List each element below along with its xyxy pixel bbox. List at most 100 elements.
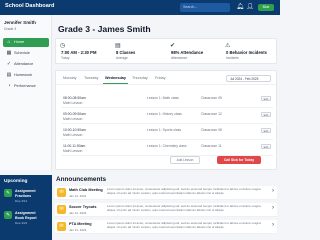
- sidebar-item-label: Schedule: [14, 51, 30, 55]
- schedule-row: 09:00-09:50am Math Lesson Lesson 1: Hist…: [61, 110, 273, 124]
- calendar-icon: ▦: [6, 50, 12, 56]
- chevron-right-icon[interactable]: ›: [272, 205, 274, 211]
- tab-tuesday[interactable]: Tuesday: [84, 76, 98, 80]
- row-name: Math Lesson: [63, 117, 83, 121]
- sidebar-item-attendance[interactable]: ✓ Attendance: [3, 60, 49, 69]
- sidebar-item-performance[interactable]: ◔ Performance: [3, 82, 49, 91]
- upcoming-line2: Fractions: [15, 194, 32, 198]
- megaphone-icon: ✉: [57, 205, 66, 214]
- row-time: 11:00-11:50am: [63, 144, 86, 148]
- announcement-item[interactable]: ✉ PTA Meeting Jan 12, 2024 Lorem ipsum d…: [55, 220, 277, 234]
- announcement-item[interactable]: ✉ Soccer Tryouts Jan 12, 2024 Lorem ipsu…: [55, 203, 277, 217]
- sidebar-item-schedule[interactable]: ▦ Schedule: [3, 49, 49, 58]
- day-tabs: Monday Tuesday Wednesday Thursday Friday…: [56, 71, 276, 85]
- row-time: 09:00-09:50am: [63, 112, 86, 116]
- schedule-row: 10:00-10:50am Math Lesson Lesson 1: Spor…: [61, 126, 273, 140]
- row-lesson: Lesson 1: Sports class: [147, 128, 182, 132]
- row-time: 10:00-10:50am: [63, 128, 86, 132]
- row-edit-button[interactable]: Edit: [261, 128, 271, 133]
- schedule-row: 08:00-08:50am Math Lesson Lesson 1: Math…: [61, 94, 273, 108]
- megaphone-icon: ✉: [57, 188, 66, 197]
- sidebar-item-label: Home: [14, 40, 25, 44]
- announcement-body: Lorem ipsum dolor sit amet, consectetur …: [107, 188, 261, 195]
- upcoming-line2: Book Report: [15, 216, 37, 220]
- top-bar: School Dashboard Search... 🔔︎ 👤︎ Blue: [0, 0, 280, 15]
- profile-grade: Grade 3: [4, 27, 17, 31]
- theme-button[interactable]: Blue: [258, 4, 274, 11]
- announcement-item[interactable]: ✉ Math Club Meeting Jan 12, 2024 Lorem i…: [55, 186, 277, 200]
- chevron-right-icon[interactable]: ›: [272, 188, 274, 194]
- stat-value: 98% Attendance: [171, 50, 204, 55]
- announcement-date: Jan 12, 2024: [69, 228, 87, 232]
- upcoming-title: Upcoming: [4, 179, 28, 184]
- announcement-title: Soccer Tryouts: [69, 205, 97, 209]
- announcement-body: Lorem ipsum dolor sit amet, consectetur …: [107, 222, 261, 229]
- schedule-panel: Monday Tuesday Wednesday Thursday Friday…: [55, 70, 277, 170]
- upcoming-item[interactable]: ✎ Assignment Book Report Due 3/21: [4, 211, 50, 229]
- stat-value: 8 Classes: [116, 50, 136, 55]
- sidebar-item-label: Homework: [14, 73, 33, 77]
- date-range-select[interactable]: Jul 2024 - Feb 2025: [226, 75, 271, 82]
- sidebar: Jennifer Smith Grade 3 ⌂ Home ▦ Schedule…: [0, 15, 52, 170]
- row-name: Math Lesson: [63, 149, 83, 153]
- row-edit-button[interactable]: Edit: [261, 112, 271, 117]
- row-lesson: Lesson 1: Chemistry class: [147, 144, 187, 148]
- upcoming-item[interactable]: ✎ Assignment Fractions Due 3/14: [4, 189, 50, 207]
- book-icon: ▤: [6, 72, 12, 78]
- pencil-icon: ✎: [4, 189, 12, 197]
- home-icon: ⌂: [7, 39, 11, 45]
- profile-name: Jennifer Smith: [4, 20, 36, 25]
- bell-icon[interactable]: 🔔︎: [236, 3, 244, 12]
- add-lesson-button[interactable]: Add Lesson: [170, 156, 200, 164]
- tab-thursday[interactable]: Thursday: [132, 76, 148, 80]
- stat-label: Attendance: [171, 56, 188, 60]
- stat-attendance: ✔ 98% Attendance Attendance: [168, 42, 222, 62]
- chevron-right-icon[interactable]: ›: [272, 222, 274, 228]
- sidebar-item-homework[interactable]: ▤ Homework: [3, 71, 49, 80]
- row-edit-button[interactable]: Edit: [261, 96, 271, 101]
- tab-wednesday[interactable]: Wednesday: [102, 76, 129, 84]
- chart-icon: ◔: [7, 83, 11, 89]
- stat-label: Today: [61, 56, 70, 60]
- upcoming-due: Due 3/14: [15, 199, 28, 203]
- row-edit-button[interactable]: Edit: [261, 144, 271, 149]
- upcoming-line1: Assignment: [15, 189, 36, 193]
- stats-card: ◷ 7:00 AM - 2:30 PM Today ▤ 8 Classes Av…: [55, 38, 277, 64]
- row-room: Classroom 08: [201, 128, 222, 132]
- search-input[interactable]: Search...: [180, 3, 230, 12]
- upcoming-line1: Assignment: [15, 211, 36, 215]
- alert-icon: ⚠: [225, 43, 231, 49]
- announcement-title: Math Club Meeting: [69, 188, 103, 192]
- stat-value: 0 Behavior Incidents: [226, 50, 267, 55]
- book-icon: ▤: [115, 43, 121, 49]
- announcement-title: PTA Meeting: [69, 222, 92, 226]
- schedule-actions: Add Lesson Call Sick for Today: [150, 156, 270, 164]
- row-room: Classroom 11: [201, 144, 222, 148]
- megaphone-icon: ✉: [57, 222, 66, 231]
- page-title: Grade 3 - James Smith: [58, 24, 151, 34]
- announcements-title: Announcements: [56, 176, 107, 183]
- call-sick-button[interactable]: Call Sick for Today: [217, 156, 261, 164]
- upcoming-panel: Upcoming ✎ Assignment Fractions Due 3/14…: [0, 175, 52, 240]
- row-lesson: Lesson 1: Math class: [147, 96, 179, 100]
- check-icon: ✓: [6, 61, 12, 67]
- schedule-row: 11:00-11:50am Math Lesson Lesson 1: Chem…: [61, 142, 273, 156]
- app-title: School Dashboard: [5, 3, 55, 9]
- upcoming-due: Due 3/21: [15, 221, 28, 225]
- stat-label: Average: [116, 56, 128, 60]
- check-circle-icon: ✔: [170, 43, 176, 49]
- row-room: Classroom 05: [201, 96, 222, 100]
- pencil-icon: ✎: [4, 211, 12, 219]
- sidebar-item-label: Attendance: [14, 62, 34, 66]
- sidebar-item-label: Performance: [14, 84, 36, 88]
- row-time: 08:00-08:50am: [63, 96, 86, 100]
- user-icon[interactable]: 👤︎: [246, 3, 254, 12]
- tab-monday[interactable]: Monday: [63, 76, 77, 80]
- tab-friday[interactable]: Friday: [155, 76, 166, 80]
- stat-label: Incidents: [226, 56, 239, 60]
- announcement-date: Jan 12, 2024: [69, 211, 87, 215]
- row-name: Math Lesson: [63, 101, 83, 105]
- stat-hours: ◷ 7:00 AM - 2:30 PM Today: [58, 42, 112, 62]
- sidebar-item-home[interactable]: ⌂ Home: [3, 38, 49, 47]
- stat-incidents: ⚠ 0 Behavior Incidents Incidents: [223, 42, 277, 62]
